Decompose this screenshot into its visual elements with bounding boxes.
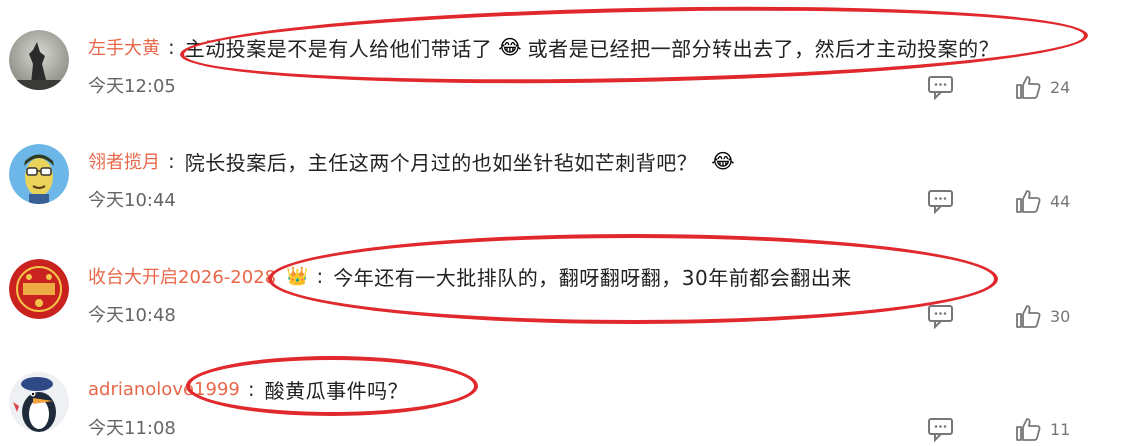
comment-reply-icon[interactable] [927, 74, 955, 101]
like-count: 44 [1050, 192, 1071, 211]
comment-text: 主动投案是不是有人给他们带话了 [184, 36, 493, 61]
comment-reply-icon[interactable] [927, 188, 955, 215]
like-count: 24 [1050, 78, 1071, 97]
penguin-avatar[interactable] [9, 372, 69, 432]
thumbs-up-icon[interactable] [1014, 188, 1042, 214]
timestamp: 今天10:44 [88, 190, 176, 211]
comment-text: 院长投案后，主任这两个月过的也如坐针毡如芒刺背吧？ [184, 150, 698, 175]
comment-item: 左手大黄 : 主动投案是不是有人给他们带话了 😂 或者是已经把一部分转出去了，然… [0, 30, 1146, 110]
wolf-avatar[interactable] [9, 30, 69, 90]
comment-line: adrianolove1999 : 酸黄瓜事件吗？ [88, 372, 408, 406]
like-count: 30 [1050, 307, 1071, 326]
thumbs-up-icon[interactable] [1014, 303, 1042, 329]
comment-line: 翎者揽月 : 院长投案后，主任这两个月过的也如坐针毡如芒刺背吧？ 😂 [88, 144, 741, 178]
comment-reply-icon[interactable] [927, 303, 955, 330]
comment-line: 收台大开启2026-2028 👑 : 今年还有一大批排队的，翻呀翻呀翻，30年前… [88, 259, 852, 293]
separator: : [168, 149, 175, 173]
separator: : [247, 377, 255, 401]
comment-text: 今年还有一大批排队的，翻呀翻呀翻，30年前都会翻出来 [333, 265, 852, 290]
username[interactable]: 收台大开启2026-2028 [88, 263, 276, 289]
username[interactable]: 翎者揽月 [88, 148, 160, 174]
timestamp: 今天11:08 [88, 418, 176, 439]
separator: : [316, 264, 324, 288]
comment-text: 酸黄瓜事件吗？ [264, 378, 409, 403]
comment-text-continued: 或者是已经把一部分转出去了，然后才主动投案的？ [527, 36, 1000, 61]
thumbs-up-icon[interactable] [1014, 416, 1042, 442]
thumbs-up-icon[interactable] [1014, 74, 1042, 100]
timestamp: 今天10:48 [88, 305, 176, 326]
comment-reply-icon[interactable] [927, 416, 955, 443]
separator: : [168, 35, 175, 59]
comment-item: 收台大开启2026-2028 👑 : 今年还有一大批排队的，翻呀翻呀翻，30年前… [0, 259, 1146, 339]
comment-line: 左手大黄 : 主动投案是不是有人给他们带话了 😂 或者是已经把一部分转出去了，然… [88, 30, 999, 64]
username[interactable]: adrianolove1999 [88, 379, 240, 400]
crown-badge-icon: 👑 [286, 265, 309, 287]
laughing-emoji-icon: 😂 [498, 35, 522, 59]
laughing-emoji-icon: 😂 [711, 149, 735, 173]
cartoon-face-avatar[interactable] [9, 144, 69, 204]
like-count: 11 [1050, 420, 1071, 439]
timestamp: 今天12:05 [88, 76, 176, 97]
username[interactable]: 左手大黄 [88, 34, 160, 60]
comment-item: 翎者揽月 : 院长投案后，主任这两个月过的也如坐针毡如芒刺背吧？ 😂 今天10:… [0, 144, 1146, 224]
red-stamp-avatar[interactable] [9, 259, 69, 319]
comment-item: adrianolove1999 : 酸黄瓜事件吗？ 今天11:08 11 [0, 372, 1146, 446]
